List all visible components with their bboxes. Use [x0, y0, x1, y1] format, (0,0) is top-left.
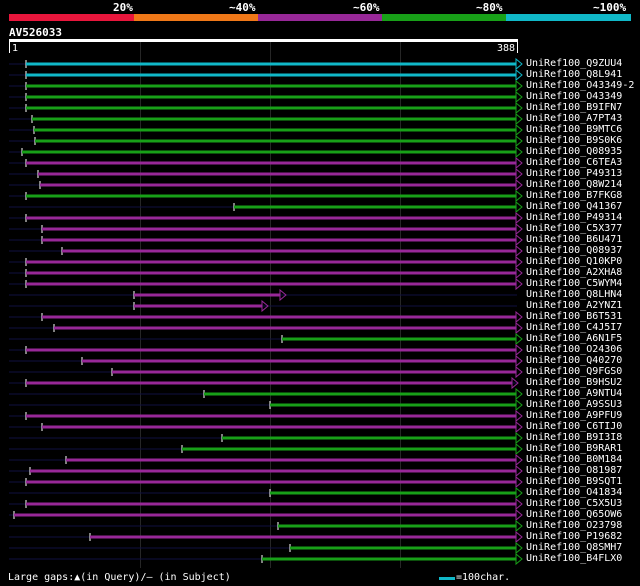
hit-label[interactable]: UniRef100_Q41367	[526, 201, 622, 212]
hit-label[interactable]: UniRef100_C4J5I7	[526, 322, 622, 333]
hit-label[interactable]: UniRef100_Q10KP0	[526, 256, 622, 267]
hit-label[interactable]: UniRef100_B9RAR1	[526, 443, 622, 454]
hit-label[interactable]: UniRef100_P49313	[526, 168, 622, 179]
hit-label[interactable]: UniRef100_Q8L941	[526, 69, 622, 80]
hit-label[interactable]: UniRef100_O24306	[526, 344, 622, 355]
hit-label[interactable]: UniRef100_O41834	[526, 487, 622, 498]
footer-note: Large gaps:▲(in Query)/– (in Subject)	[8, 572, 231, 583]
hit-label[interactable]: UniRef100_B0M184	[526, 454, 622, 465]
hit-label[interactable]: UniRef100_B7FKG8	[526, 190, 622, 201]
hit-label[interactable]: UniRef100_Q8SMH7	[526, 542, 622, 553]
hit-label[interactable]: UniRef100_B9SQT1	[526, 476, 622, 487]
hit-label[interactable]: UniRef100_B6U471	[526, 234, 622, 245]
hit-label[interactable]: UniRef100_P49314	[526, 212, 622, 223]
hit-label[interactable]: UniRef100_Q9FGS0	[526, 366, 622, 377]
hit-label[interactable]: UniRef100_A6N1F5	[526, 333, 622, 344]
hit-label[interactable]: UniRef100_O23798	[526, 520, 622, 531]
hit-label[interactable]: UniRef100_A9NTU4	[526, 388, 622, 399]
hit-label[interactable]: UniRef100_B9HSU2	[526, 377, 622, 388]
hit-label[interactable]: UniRef100_B9IFN7	[526, 102, 622, 113]
hit-label[interactable]: UniRef100_Q8W214	[526, 179, 622, 190]
hit-label[interactable]: UniRef100_A2YNZ1	[526, 300, 622, 311]
hit-label[interactable]: UniRef100_C6TIJ0	[526, 421, 622, 432]
hit-label[interactable]: UniRef100_B6T531	[526, 311, 622, 322]
scale-bar	[439, 577, 455, 580]
hit-label[interactable]: UniRef100_Q08937	[526, 245, 622, 256]
hit-label[interactable]: UniRef100_Q9ZUU4	[526, 58, 622, 69]
hit-label[interactable]: UniRef100_O43349	[526, 91, 622, 102]
hit-label[interactable]: UniRef100_A7PT43	[526, 113, 622, 124]
hit-label[interactable]: UniRef100_B9I3I8	[526, 432, 622, 443]
hit-label[interactable]: UniRef100_C5X377	[526, 223, 622, 234]
hit-label[interactable]: UniRef100_C5WYM4	[526, 278, 622, 289]
hit-label[interactable]: UniRef100_Q08935	[526, 146, 622, 157]
hit-label[interactable]: UniRef100_Q8LHN4	[526, 289, 622, 300]
hit-label[interactable]: UniRef100_A9PFU9	[526, 410, 622, 421]
scale-label: =100char.	[456, 572, 511, 583]
hit-label[interactable]: UniRef100_O43349-2	[526, 80, 634, 91]
hit-label[interactable]: UniRef100_A2XHA8	[526, 267, 622, 278]
hit-label[interactable]: UniRef100_B4FLX0	[526, 553, 622, 564]
hit-label[interactable]: UniRef100_Q40270	[526, 355, 622, 366]
hit-label[interactable]: UniRef100_B9S0K6	[526, 135, 622, 146]
hit-label[interactable]: UniRef100_B9MTC6	[526, 124, 622, 135]
hit-label[interactable]: UniRef100_Q65OW6	[526, 509, 622, 520]
hit-label[interactable]: UniRef100_C5X5U3	[526, 498, 622, 509]
hit-label[interactable]: UniRef100_P19682	[526, 531, 622, 542]
hit-label[interactable]: UniRef100_O81987	[526, 465, 622, 476]
hit-label[interactable]: UniRef100_A9SSU3	[526, 399, 622, 410]
hit-label[interactable]: UniRef100_C6TEA3	[526, 157, 622, 168]
